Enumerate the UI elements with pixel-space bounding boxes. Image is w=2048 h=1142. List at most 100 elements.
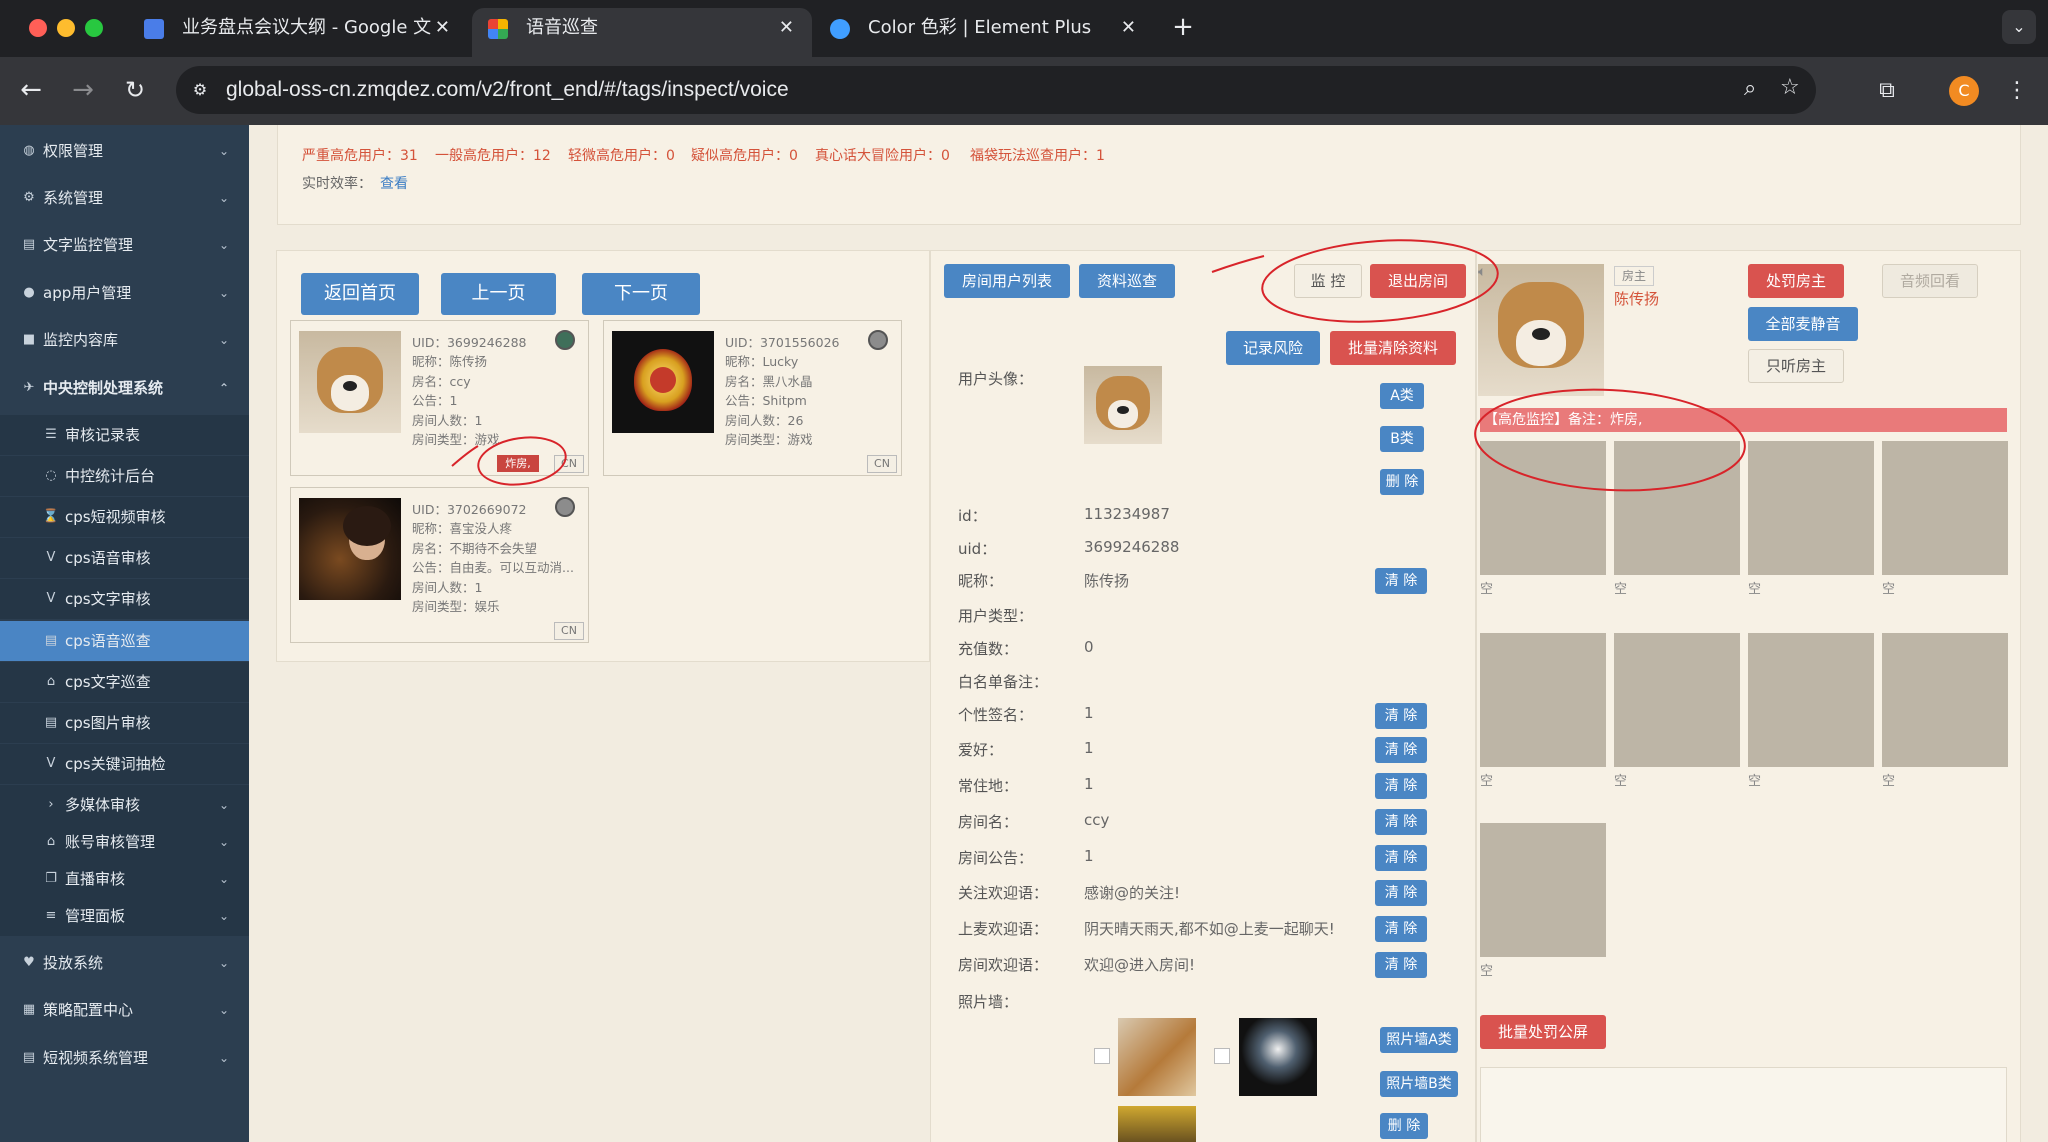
room-card[interactable]: UID：3702669072 昵称：喜宝没人疼 房名：不期待不会失望 公告：自由…	[290, 487, 589, 643]
class-b-button[interactable]: B类	[1380, 426, 1424, 452]
sidebar-sub-item-stats[interactable]: ◌ 中控统计后台	[0, 456, 249, 496]
reload-icon[interactable]: ↻	[120, 75, 150, 105]
sidebar-item-central-control[interactable]: ✈ 中央控制处理系统 ⌃	[0, 368, 249, 408]
photo-checkbox[interactable]	[1214, 1048, 1230, 1064]
field-value-room-name: ccy	[1084, 811, 1110, 829]
sidebar-item-label: cps文字巡查	[65, 673, 151, 691]
close-tab-icon[interactable]: ✕	[1121, 8, 1136, 48]
class-a-button[interactable]: A类	[1380, 383, 1424, 409]
mic-slot-empty[interactable]	[1882, 441, 2008, 575]
mute-all-button[interactable]: 全部麦静音	[1748, 307, 1858, 341]
sidebar-sub-item-text-inspect[interactable]: ⌂ cps文字巡查	[0, 662, 249, 702]
mic-slot-label: 空	[1614, 582, 1628, 597]
bookmark-star-icon[interactable]: ☆	[1780, 75, 1800, 100]
sidebar-item-text-monitor[interactable]: ▤ 文字监控管理 ⌄	[0, 225, 249, 265]
address-bar[interactable]: ⚙ global-oss-cn.zmqdez.com/v2/front_end/…	[176, 66, 1816, 114]
photo-wall-b-button[interactable]: 照片墙B类	[1380, 1071, 1458, 1097]
clear-residence-button[interactable]: 清 除	[1375, 773, 1427, 799]
clear-follow-welcome-button[interactable]: 清 除	[1375, 880, 1427, 906]
clear-hobby-button[interactable]: 清 除	[1375, 737, 1427, 763]
mic-slot-empty[interactable]	[1480, 441, 1606, 575]
sidebar-sub-item-account-review[interactable]: ⌂ 账号审核管理 ⌄	[0, 822, 249, 862]
sidebar-item-delivery[interactable]: ♥ 投放系统 ⌄	[0, 943, 249, 983]
mic-slot-empty[interactable]	[1882, 633, 2008, 767]
minimize-window-button[interactable]	[57, 19, 75, 37]
mic-slot-empty[interactable]	[1748, 633, 1874, 767]
sidebar-item-permission[interactable]: ◍ 权限管理 ⌄	[0, 131, 249, 171]
room-notice: 公告：Shitpm	[725, 393, 807, 408]
sidebar-sub-item-text-review[interactable]: V cps文字审核	[0, 579, 249, 619]
mic-slot-label: 空	[1882, 582, 1896, 597]
room-avatar-image	[299, 331, 401, 433]
room-status-dot	[868, 330, 888, 350]
sidebar-item-monitor-library[interactable]: ■ 监控内容库 ⌄	[0, 320, 249, 360]
clear-mic-welcome-button[interactable]: 清 除	[1375, 916, 1427, 942]
exit-room-button[interactable]: 退出房间	[1370, 264, 1466, 298]
back-home-button[interactable]: 返回首页	[301, 273, 419, 315]
batch-punish-screen-button[interactable]: 批量处罚公屏	[1480, 1015, 1606, 1049]
sidebar-sub-item-multimedia[interactable]: › 多媒体审核 ⌄	[0, 785, 249, 825]
sidebar-sub-item-image-review[interactable]: ▤ cps图片审核	[0, 703, 249, 743]
browser-tab-element-plus[interactable]: Color 色彩 | Element Plus ✕	[814, 8, 1154, 57]
sidebar-item-system[interactable]: ⚙ 系统管理 ⌄	[0, 178, 249, 218]
sidebar-sub-item-review-log[interactable]: ☰ 审核记录表	[0, 415, 249, 455]
audio-playback-button[interactable]: 音频回看	[1882, 264, 1978, 298]
mic-slot-empty[interactable]	[1480, 633, 1606, 767]
photo-wall-a-button[interactable]: 照片墙A类	[1380, 1027, 1458, 1053]
clear-nickname-button[interactable]: 清 除	[1375, 568, 1427, 594]
chevron-down-icon: ⌄	[218, 191, 229, 205]
room-card[interactable]: UID：3701556026 昵称：Lucky 房名：黑八水晶 公告：Shitp…	[603, 320, 902, 476]
sidebar-item-short-video-system[interactable]: ▤ 短视频系统管理 ⌄	[0, 1038, 249, 1078]
sidebar-sub-item-live-review[interactable]: ❐ 直播审核 ⌄	[0, 859, 249, 899]
record-risk-button[interactable]: 记录风险	[1226, 331, 1320, 365]
mic-slot-empty[interactable]	[1614, 633, 1740, 767]
forward-icon[interactable]: →	[68, 75, 98, 105]
extensions-icon[interactable]: ⧉	[1872, 76, 1902, 106]
listen-host-button[interactable]: 只听房主	[1748, 349, 1844, 383]
calendar-icon: ▦	[22, 1002, 36, 1017]
browser-menu-icon[interactable]: ⋮	[2006, 76, 2028, 106]
punish-host-button[interactable]: 处罚房主	[1748, 264, 1844, 298]
prev-page-button[interactable]: 上一页	[441, 273, 556, 315]
new-tab-button[interactable]: +	[1168, 12, 1198, 42]
sidebar-item-strategy[interactable]: ▦ 策略配置中心 ⌄	[0, 990, 249, 1030]
sidebar-sub-item-admin-panel[interactable]: ≡ 管理面板 ⌄	[0, 896, 249, 936]
delete-photo-button[interactable]: 删 除	[1380, 1113, 1428, 1139]
efficiency-link[interactable]: 查看	[380, 173, 408, 193]
photo-checkbox[interactable]	[1094, 1048, 1110, 1064]
sidebar-sub-item-short-video[interactable]: ⌛ cps短视频审核	[0, 497, 249, 537]
browser-tab-voice-inspect[interactable]: 语音巡查 ✕	[472, 8, 812, 57]
next-page-button[interactable]: 下一页	[582, 273, 700, 315]
mic-slot-empty[interactable]	[1614, 441, 1740, 575]
url-text: global-oss-cn.zmqdez.com/v2/front_end/#/…	[226, 78, 789, 101]
monitor-button[interactable]: 监 控	[1294, 264, 1362, 298]
site-settings-icon[interactable]: ⚙	[188, 78, 212, 102]
profile-check-button[interactable]: 资料巡查	[1079, 264, 1175, 298]
browser-tab-docs[interactable]: 业务盘点会议大纲 - Google 文 ✕	[128, 8, 468, 57]
clear-room-notice-button[interactable]: 清 除	[1375, 845, 1427, 871]
back-icon[interactable]: ←	[16, 75, 46, 105]
delete-avatar-button[interactable]: 删 除	[1380, 469, 1424, 495]
field-label-hobby: 爱好：	[958, 741, 1004, 759]
zoom-icon[interactable]: ⌕	[1744, 76, 1756, 101]
profile-avatar[interactable]: C	[1949, 76, 1979, 106]
room-card[interactable]: UID：3699246288 昵称：陈传扬 房名：ccy 公告：1 房间人数：1…	[290, 320, 589, 476]
sidebar-item-app-users[interactable]: ● app用户管理 ⌄	[0, 273, 249, 313]
room-members: 房间人数：1	[412, 580, 483, 595]
room-status-dot	[555, 497, 575, 517]
sidebar-sub-item-keyword-check[interactable]: V cps关键词抽检	[0, 744, 249, 784]
maximize-window-button[interactable]	[85, 19, 103, 37]
batch-clear-button[interactable]: 批量清除资料	[1330, 331, 1456, 365]
close-tab-icon[interactable]: ✕	[435, 8, 450, 48]
tab-search-button[interactable]: ⌄	[2002, 10, 2036, 44]
clear-room-name-button[interactable]: 清 除	[1375, 809, 1427, 835]
sidebar-sub-item-voice-inspect[interactable]: ▤ cps语音巡查	[0, 621, 249, 661]
close-tab-icon[interactable]: ✕	[779, 8, 794, 48]
clear-signature-button[interactable]: 清 除	[1375, 703, 1427, 729]
sidebar-sub-item-voice-review[interactable]: V cps语音审核	[0, 538, 249, 578]
mic-slot-empty[interactable]	[1480, 823, 1606, 957]
room-users-button[interactable]: 房间用户列表	[944, 264, 1070, 298]
mic-slot-empty[interactable]	[1748, 441, 1874, 575]
clear-room-welcome-button[interactable]: 清 除	[1375, 952, 1427, 978]
close-window-button[interactable]	[29, 19, 47, 37]
